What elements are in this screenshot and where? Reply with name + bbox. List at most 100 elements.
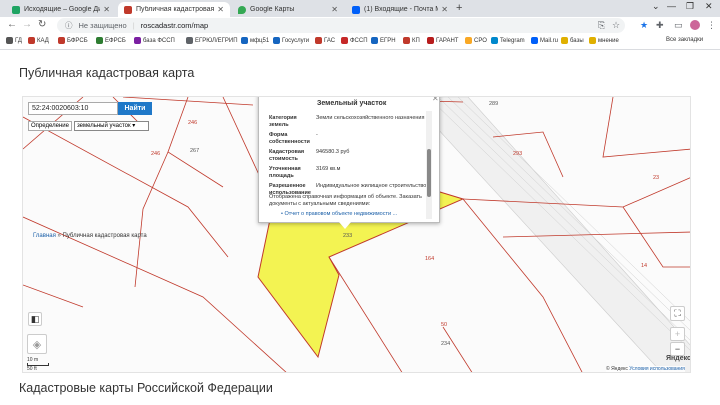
bookmark-item[interactable]: ФССП — [341, 37, 368, 44]
parcel-info-popup: Земельный участок ✕ Категория земель Зем… — [258, 97, 440, 223]
bookmark-icon — [491, 37, 498, 44]
close-icon[interactable]: ✕ — [217, 5, 224, 14]
bookmark-item[interactable]: база ФССП — [134, 37, 175, 44]
close-icon[interactable]: ✕ — [331, 5, 338, 14]
field-cost: Кадастровая стоимость 946580.3 руб — [269, 149, 429, 162]
field-category: Категория земель Земли сельскохозяйствен… — [269, 115, 429, 128]
copyright-text: © Яндекс — [606, 366, 628, 372]
map-attribution: © Яндекс Условия использования — [606, 366, 685, 372]
breadcrumb-separator: » — [57, 233, 61, 239]
tab-label: Публичная кадастровая карта — [136, 6, 215, 13]
bookmark-label: мфц51 — [250, 37, 270, 44]
plot-number: 164 — [425, 256, 434, 262]
bookmark-item[interactable]: ЕГРЮЛ/ЕГРИП — [186, 37, 238, 44]
bookmark-item[interactable]: базы — [561, 37, 584, 44]
tab-cadastral-map[interactable]: Публичная кадастровая карта ✕ — [118, 2, 230, 17]
fullscreen-icon[interactable]: ⛶ — [670, 306, 685, 321]
cadastral-number-input[interactable]: 52:24:0020603:10 — [28, 102, 118, 115]
bookmark-star-icon[interactable]: ☆ — [612, 20, 620, 31]
bookmark-item[interactable]: КП — [403, 37, 420, 44]
layers-toggle-icon[interactable]: ◧ — [28, 312, 42, 326]
reload-icon[interactable]: ↻ — [38, 19, 46, 30]
zoom-in-button[interactable]: + — [670, 327, 685, 341]
field-ownership: Форма собственности - — [269, 132, 429, 145]
yandex-logo: Яндекс — [666, 355, 691, 362]
definition-label[interactable]: Определение — [28, 121, 72, 131]
breadcrumb: Главная » Публичная кадастровая карта — [33, 233, 147, 239]
bookmark-item[interactable]: ГАРАНТ — [427, 37, 458, 44]
avatar[interactable] — [690, 20, 700, 30]
popup-close-icon[interactable]: ✕ — [432, 97, 439, 103]
bookmark-item[interactable]: СРО — [465, 37, 487, 44]
tab-google-maps[interactable]: Google Карты ✕ — [232, 2, 344, 17]
terms-link[interactable]: Условия использования — [629, 366, 685, 372]
breadcrumb-home[interactable]: Главная — [33, 233, 56, 239]
bookmark-icon — [427, 37, 434, 44]
bookmark-item[interactable]: мнение — [589, 37, 619, 44]
bookmarks-bar: ГД КАД БФРСБ ЕФРСБ база ФССП ЕГРЮЛ/ЕГРИП мфц51… — [0, 34, 720, 50]
plot-number: 14 — [641, 263, 647, 269]
share-icon[interactable]: ⎘ — [598, 20, 605, 31]
bookmark-label: КП — [412, 37, 420, 44]
object-type-select[interactable]: земельный участок ▾ — [73, 121, 149, 131]
bookmark-item[interactable]: Госуслуги — [273, 37, 309, 44]
scale-bottom-label: 50 ft — [27, 366, 37, 372]
bookmark-icon — [6, 37, 13, 44]
bookmark-item[interactable]: Mail.ru — [531, 37, 558, 44]
site-icon — [124, 5, 132, 14]
report-link[interactable]: • Отчет о правовом объекте недвижимости … — [281, 211, 397, 217]
find-button[interactable]: Найти — [118, 102, 152, 115]
search-row: 52:24:0020603:10 Найти — [28, 102, 152, 115]
bookmark-item[interactable]: ЕФРСБ — [96, 37, 126, 44]
forward-icon[interactable]: → — [22, 19, 32, 30]
cadastral-map[interactable]: 289 267 246 246 233 293 23 14 234 164 50… — [22, 96, 691, 373]
bookmark-item[interactable]: мфц51 — [241, 37, 269, 44]
browser-toolbar: ← → ↻ ⓘ Не защищено | roscadastr.com/map… — [0, 17, 720, 34]
zoom-out-button[interactable]: − — [670, 342, 685, 356]
maximize-icon[interactable]: ❐ — [686, 1, 694, 12]
bookmark-label: СРО — [474, 37, 487, 44]
popup-fields: Категория земель Земли сельскохозяйствен… — [269, 115, 429, 200]
new-tab-button[interactable]: + — [456, 2, 462, 14]
plot-number: 234 — [441, 341, 450, 347]
bookmark-icon — [341, 37, 348, 44]
bookmark-item[interactable]: ГАС — [315, 37, 335, 44]
layer-stack-icon[interactable]: ◈ — [27, 334, 47, 354]
star-filled-icon[interactable]: ★ — [640, 20, 648, 31]
tab-google-drive[interactable]: Исходящие – Google Диск ✕ — [6, 2, 116, 17]
bookmark-item[interactable]: ЕГРН — [371, 37, 396, 44]
bookmark-icon — [28, 37, 35, 44]
bookmark-label: ЕГРН — [380, 37, 396, 44]
bookmark-item[interactable]: Telegram — [491, 37, 525, 44]
popup-scroll-thumb[interactable] — [427, 149, 431, 197]
window-close-icon[interactable]: ✕ — [705, 1, 713, 12]
address-bar[interactable]: ⓘ Не защищено | roscadastr.com/map — [57, 18, 625, 33]
sidebar-icon[interactable]: ▭ — [674, 20, 683, 31]
bookmark-item[interactable]: БФРСБ — [58, 37, 88, 44]
close-icon[interactable]: ✕ — [441, 5, 448, 14]
minimize-icon[interactable]: — — [667, 1, 676, 11]
plot-number: 246 — [151, 151, 160, 157]
select-value: земельный участок — [76, 123, 131, 129]
bookmark-label: ГАРАНТ — [436, 37, 459, 44]
close-icon[interactable]: ✕ — [103, 5, 110, 14]
bookmark-icon — [186, 37, 193, 44]
plot-number: 233 — [343, 233, 352, 239]
popup-note: Отображена справочная информация об объе… — [269, 194, 422, 207]
field-value: - — [316, 132, 318, 138]
tab-strip: Исходящие – Google Диск ✕ Публичная када… — [0, 0, 720, 17]
mail-icon — [352, 5, 360, 14]
bookmark-label: мнение — [598, 37, 619, 44]
bookmark-item[interactable]: ГД — [6, 37, 22, 44]
back-icon[interactable]: ← — [7, 19, 17, 30]
extensions-icon[interactable]: ✚ — [656, 20, 664, 31]
all-bookmarks[interactable]: Все закладки — [666, 37, 703, 43]
tab-search-icon[interactable]: ⌄ — [652, 1, 660, 12]
bookmark-label: база ФССП — [143, 37, 175, 44]
plot-number: 246 — [188, 120, 197, 126]
warning-icon: ⓘ — [65, 21, 73, 30]
tab-mail[interactable]: (1) Входящие - Почта Mail.ru ✕ — [346, 2, 454, 17]
bookmark-label: БФРСБ — [67, 37, 88, 44]
menu-icon[interactable]: ⋮ — [707, 20, 716, 31]
bookmark-item[interactable]: КАД — [28, 37, 49, 44]
